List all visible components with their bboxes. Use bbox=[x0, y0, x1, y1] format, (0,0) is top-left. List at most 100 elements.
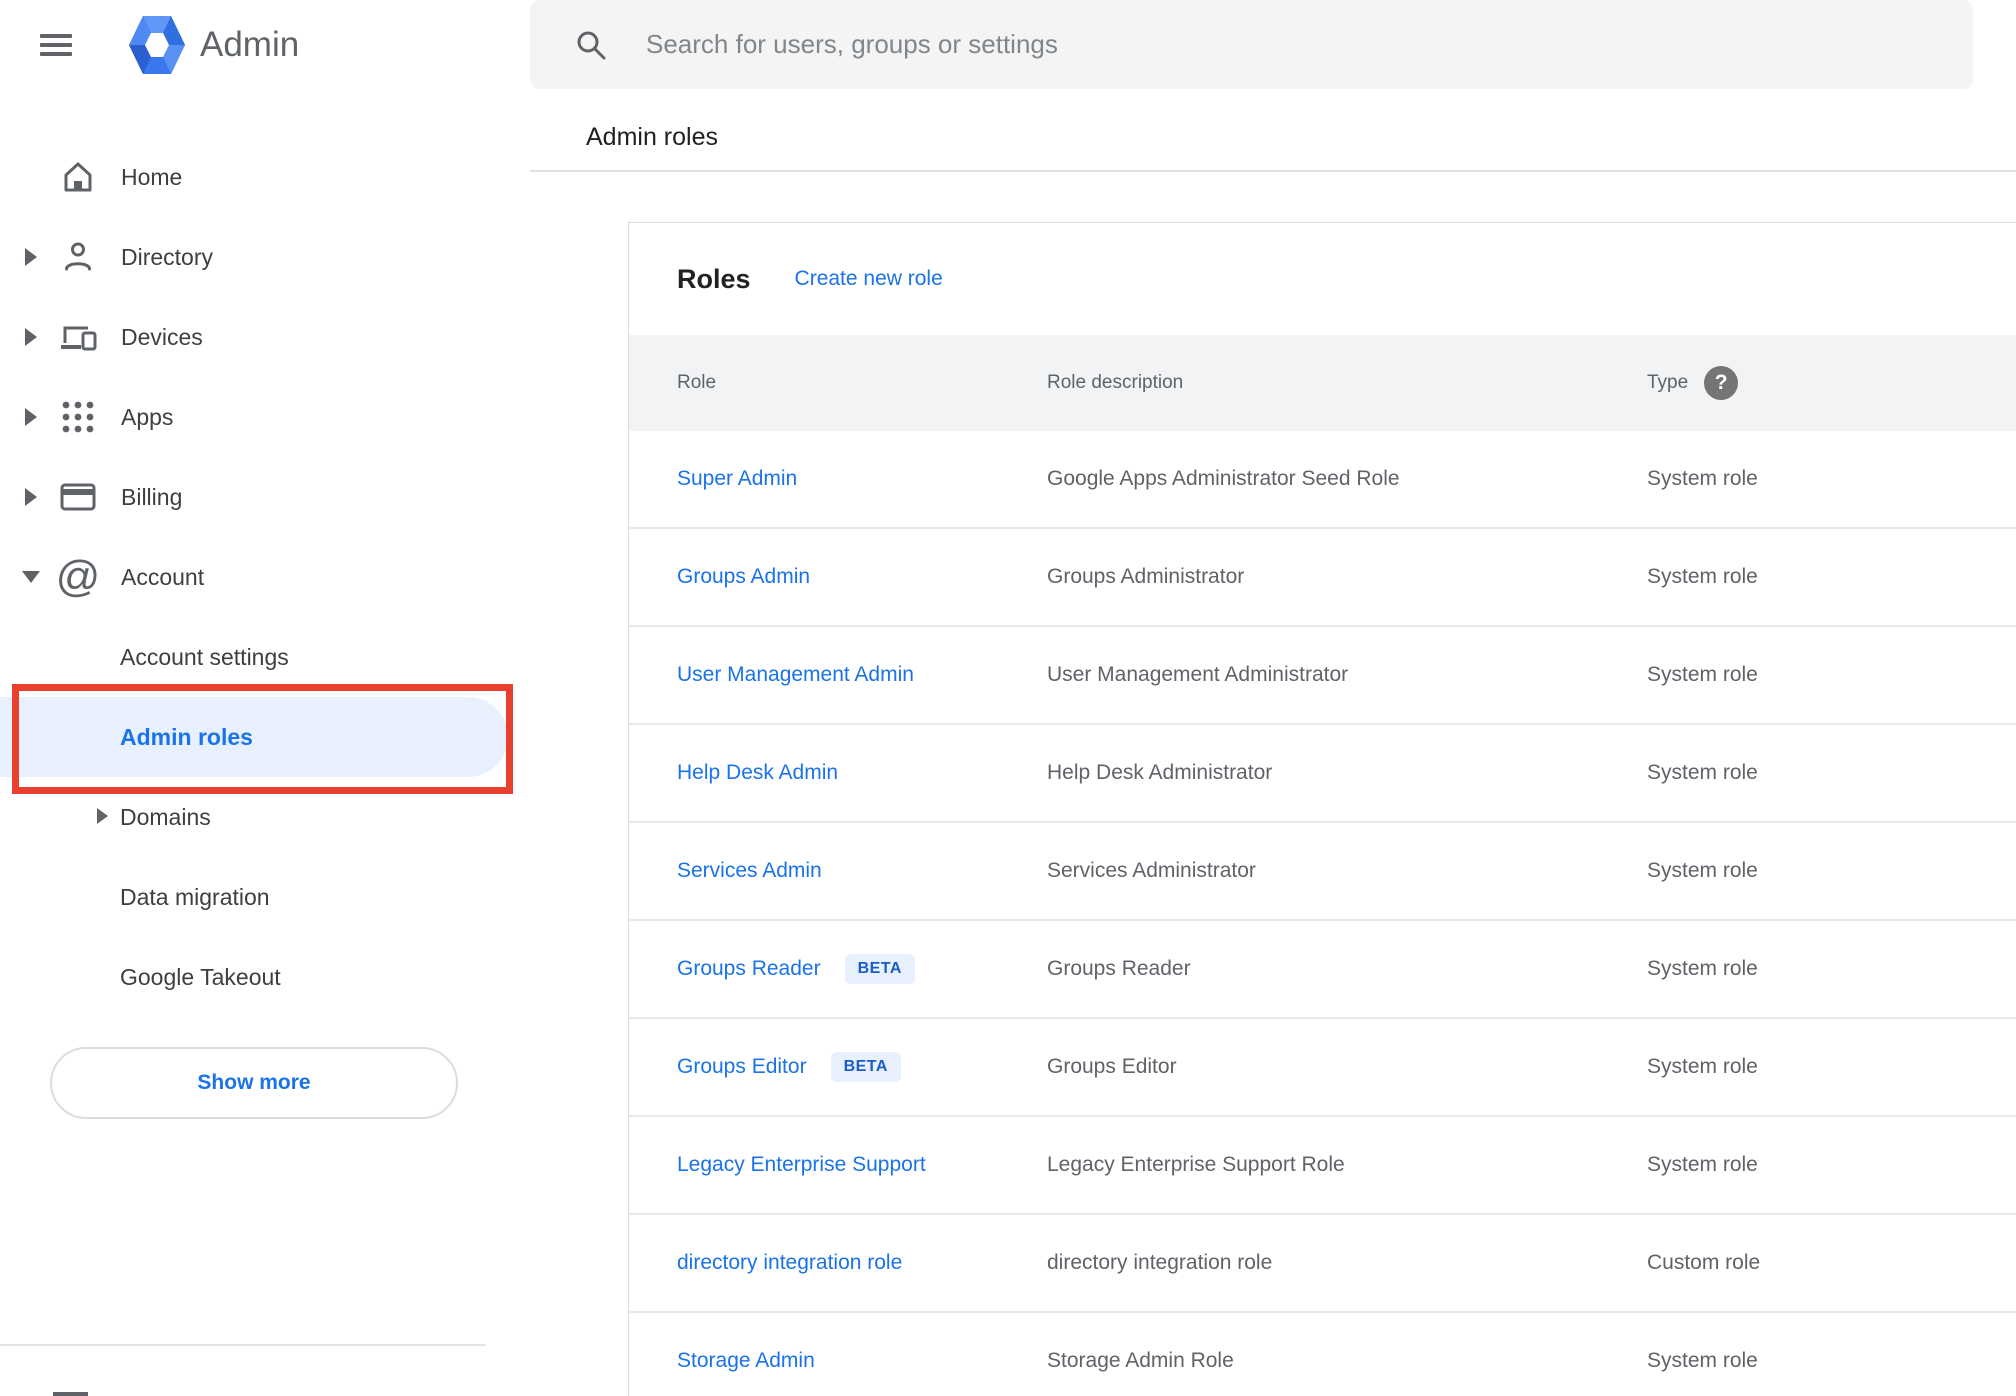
sidebar-item-account[interactable]: @ Account bbox=[0, 537, 530, 617]
chevron-right-icon[interactable] bbox=[18, 328, 44, 346]
role-type: System role bbox=[1647, 761, 1758, 784]
apps-grid-icon bbox=[57, 397, 99, 437]
table-row: directory integration role directory inte… bbox=[629, 1215, 2016, 1313]
role-link[interactable]: User Management Admin bbox=[677, 663, 914, 687]
role-type: System role bbox=[1647, 1055, 1758, 1078]
chevron-right-icon[interactable] bbox=[18, 248, 44, 266]
sidebar-item-admin-roles[interactable]: Admin roles bbox=[0, 697, 508, 777]
sidebar-item-devices[interactable]: Devices bbox=[0, 297, 530, 377]
role-link[interactable]: Legacy Enterprise Support bbox=[677, 1153, 926, 1177]
person-icon bbox=[57, 237, 99, 277]
sidebar-item-billing[interactable]: Billing bbox=[0, 457, 530, 537]
role-description: Groups Administrator bbox=[1047, 565, 1245, 588]
table-row: Storage Admin Storage Admin Role System ro… bbox=[629, 1313, 2016, 1396]
sidebar-item-directory[interactable]: Directory bbox=[0, 217, 530, 297]
sidebar: Admin Home Directory Devices Apps Billing @ Ac… bbox=[0, 0, 530, 1396]
header-divider bbox=[530, 170, 2016, 172]
sidebar-subitem-label: Admin roles bbox=[120, 723, 253, 750]
search-bar[interactable] bbox=[530, 0, 1973, 89]
column-header-role-description: Role description bbox=[1047, 372, 1184, 393]
table-row: User Management Admin User Management Adm… bbox=[629, 627, 2016, 725]
hamburger-menu-icon[interactable] bbox=[40, 29, 72, 61]
role-description: Groups Editor bbox=[1047, 1055, 1177, 1078]
sidebar-subitem-label: Data migration bbox=[120, 883, 270, 910]
sidebar-item-label: Billing bbox=[121, 483, 183, 510]
role-link[interactable]: Super Admin bbox=[677, 467, 797, 491]
chevron-down-icon[interactable] bbox=[18, 571, 44, 583]
sidebar-item-label: Directory bbox=[121, 243, 214, 270]
admin-logo: Admin bbox=[128, 12, 299, 78]
column-header-type: Type bbox=[1647, 372, 1689, 393]
role-description: User Management Administrator bbox=[1047, 663, 1349, 686]
help-icon[interactable]: ? bbox=[1704, 366, 1739, 400]
roles-card: Roles Create new role Role Role descript… bbox=[628, 222, 2016, 1396]
sidebar-item-data-migration[interactable]: Data migration bbox=[0, 857, 530, 937]
sidebar-item-label: Account bbox=[121, 563, 205, 590]
role-type: System role bbox=[1647, 957, 1758, 980]
table-row: Super Admin Google Apps Administrator See… bbox=[629, 431, 2016, 529]
clipped-bottom-icon bbox=[53, 1392, 88, 1396]
sidebar-divider bbox=[0, 1344, 486, 1346]
role-type: System role bbox=[1647, 1349, 1758, 1372]
roles-card-title: Roles bbox=[677, 263, 751, 294]
home-icon bbox=[57, 157, 99, 197]
role-type: System role bbox=[1647, 565, 1758, 588]
role-description: Google Apps Administrator Seed Role bbox=[1047, 467, 1400, 490]
table-row: Groups Admin Groups Administrator System r… bbox=[629, 529, 2016, 627]
roles-card-header: Roles Create new role bbox=[629, 223, 2016, 335]
sidebar-nav: Home Directory Devices Apps Billing @ Account A… bbox=[0, 137, 530, 1017]
devices-icon bbox=[57, 317, 99, 357]
role-description: Groups Reader bbox=[1047, 957, 1191, 980]
page-title: Admin roles bbox=[586, 123, 718, 151]
role-type: System role bbox=[1647, 1153, 1758, 1176]
chevron-right-icon[interactable] bbox=[97, 808, 108, 824]
roles-table-body: Super Admin Google Apps Administrator See… bbox=[629, 431, 2016, 1396]
sidebar-item-label: Home bbox=[121, 163, 183, 190]
table-row: Groups Editor BETA Groups Editor System rol… bbox=[629, 1019, 2016, 1117]
credit-card-icon bbox=[57, 477, 99, 517]
role-link[interactable]: Help Desk Admin bbox=[677, 761, 838, 785]
chevron-right-icon[interactable] bbox=[18, 408, 44, 426]
chevron-right-icon[interactable] bbox=[18, 488, 44, 506]
table-row: Help Desk Admin Help Desk Administrator Sy… bbox=[629, 725, 2016, 823]
role-type: System role bbox=[1647, 467, 1758, 490]
sidebar-subitem-label: Account settings bbox=[120, 643, 289, 670]
role-description: Storage Admin Role bbox=[1047, 1349, 1234, 1372]
sidebar-item-apps[interactable]: Apps bbox=[0, 377, 530, 457]
table-row: Groups Reader BETA Groups Reader System rol… bbox=[629, 921, 2016, 1019]
role-type: System role bbox=[1647, 859, 1758, 882]
role-type: Custom role bbox=[1647, 1251, 1761, 1274]
sidebar-header: Admin bbox=[0, 0, 530, 90]
role-link[interactable]: Storage Admin bbox=[677, 1349, 815, 1373]
roles-table-header: Role Role description Type ? bbox=[629, 335, 2016, 431]
sidebar-item-label: Apps bbox=[121, 403, 174, 430]
table-row: Services Admin Services Administrator Syst… bbox=[629, 823, 2016, 921]
role-link[interactable]: Groups Reader bbox=[677, 957, 821, 981]
show-more-button[interactable]: Show more bbox=[50, 1047, 458, 1119]
table-row: Legacy Enterprise Support Legacy Enterpri… bbox=[629, 1117, 2016, 1215]
column-header-role: Role bbox=[677, 372, 717, 393]
sidebar-item-home[interactable]: Home bbox=[0, 137, 530, 217]
role-description: Help Desk Administrator bbox=[1047, 761, 1273, 784]
search-icon bbox=[574, 28, 608, 62]
at-sign-icon: @ bbox=[55, 552, 101, 601]
sidebar-subitem-label: Google Takeout bbox=[120, 963, 281, 990]
role-type: System role bbox=[1647, 663, 1758, 686]
app-title: Admin bbox=[200, 25, 300, 64]
create-new-role-link[interactable]: Create new role bbox=[795, 267, 943, 291]
search-input[interactable] bbox=[644, 28, 1973, 61]
sidebar-item-google-takeout[interactable]: Google Takeout bbox=[0, 937, 530, 1017]
sidebar-item-domains[interactable]: Domains bbox=[0, 777, 530, 857]
sidebar-item-label: Devices bbox=[121, 323, 203, 350]
admin-hexagon-icon bbox=[129, 16, 185, 74]
sidebar-subitem-label: Domains bbox=[120, 803, 211, 830]
role-description: Legacy Enterprise Support Role bbox=[1047, 1153, 1345, 1176]
role-link[interactable]: Services Admin bbox=[677, 859, 822, 883]
role-description: directory integration role bbox=[1047, 1251, 1273, 1274]
role-link[interactable]: Groups Admin bbox=[677, 565, 810, 589]
beta-badge: BETA bbox=[844, 954, 915, 984]
role-link[interactable]: Groups Editor bbox=[677, 1055, 807, 1079]
role-link[interactable]: directory integration role bbox=[677, 1251, 902, 1275]
sidebar-item-account-settings[interactable]: Account settings bbox=[0, 617, 530, 697]
beta-badge: BETA bbox=[830, 1052, 901, 1082]
